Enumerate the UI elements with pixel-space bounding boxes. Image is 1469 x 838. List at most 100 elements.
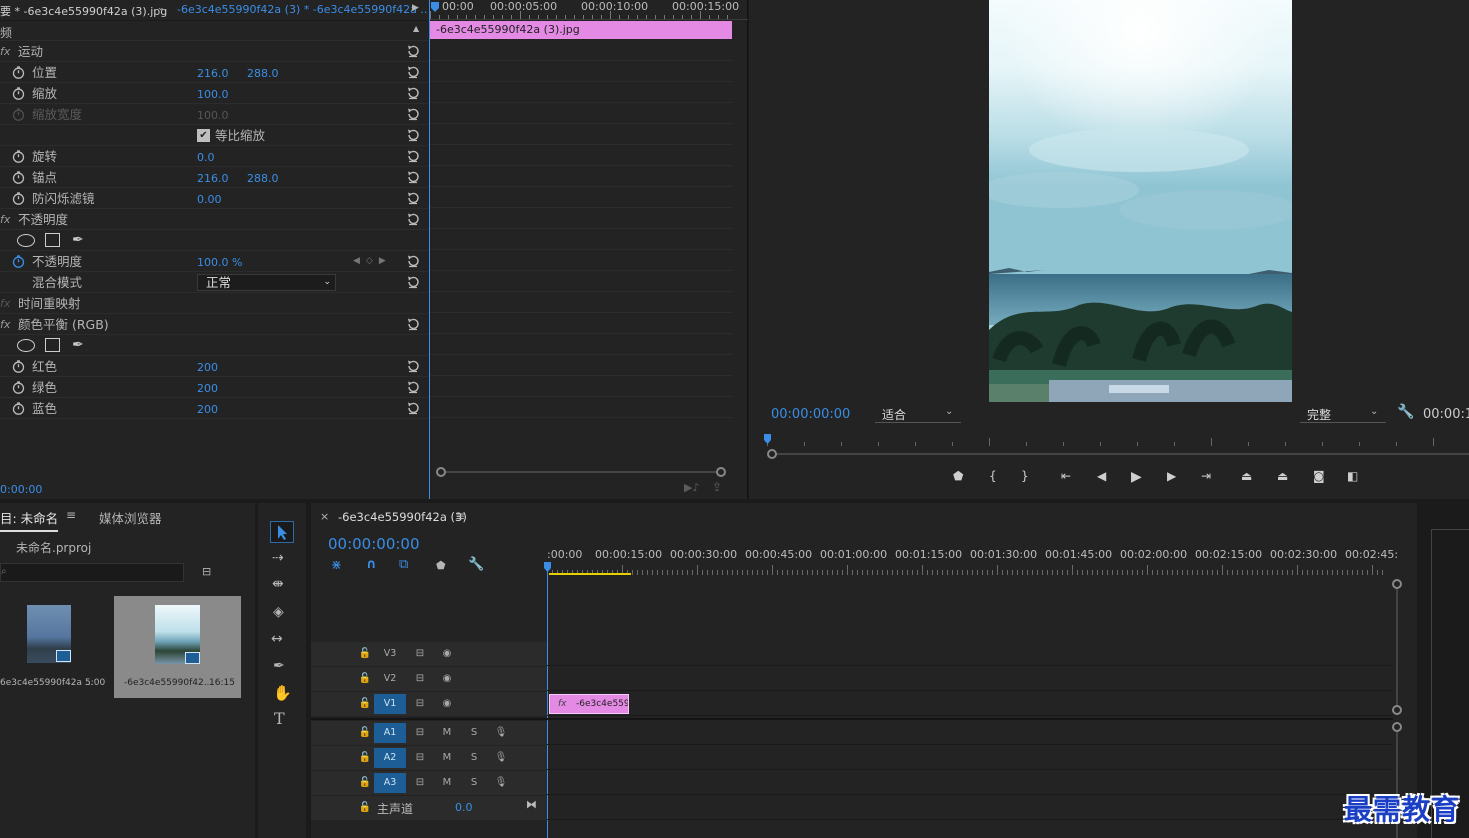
snap-insert-icon[interactable]: ⋇ bbox=[331, 558, 342, 573]
mini-clip-bar[interactable]: -6e3c4e55990f42a (3).jpg bbox=[430, 21, 732, 39]
reset-icon[interactable] bbox=[406, 170, 420, 184]
stopwatch-icon[interactable] bbox=[12, 108, 25, 121]
go-to-end-icon[interactable]: ⧓ bbox=[526, 798, 537, 811]
reset-icon[interactable] bbox=[406, 275, 420, 289]
fit-select[interactable]: 适合 ⌄ bbox=[875, 405, 961, 423]
panel-menu-icon[interactable]: ≡ bbox=[455, 509, 465, 523]
sync-lock-icon[interactable]: ⊟ bbox=[413, 647, 427, 661]
slip-icon[interactable]: ↔ bbox=[271, 631, 283, 647]
add-marker-icon[interactable]: ⬟ bbox=[436, 559, 446, 572]
lock-icon[interactable]: 🔓 bbox=[358, 647, 372, 661]
stopwatch-icon[interactable] bbox=[12, 192, 25, 205]
reset-icon[interactable] bbox=[406, 380, 420, 394]
mute-button[interactable]: M bbox=[440, 751, 454, 765]
sync-lock-icon[interactable]: ⊟ bbox=[413, 751, 427, 765]
close-icon[interactable]: × bbox=[320, 510, 329, 523]
sequence-tab[interactable]: -6e3c4e55990f42a (3) bbox=[338, 510, 467, 524]
quality-select[interactable]: 完整 ⌄ bbox=[1300, 405, 1386, 423]
wrench-icon[interactable]: 🔧 bbox=[468, 557, 484, 572]
vertical-zoom-video[interactable] bbox=[1392, 579, 1402, 719]
master-volume-value[interactable]: 0.0 bbox=[455, 801, 473, 814]
stopwatch-icon[interactable] bbox=[12, 381, 25, 394]
property-value[interactable]: 200 bbox=[197, 357, 218, 378]
snap-magnet-icon[interactable]: ∩ bbox=[366, 557, 377, 572]
work-area-bar[interactable] bbox=[549, 573, 631, 575]
microphone-icon[interactable]: 🎙 bbox=[494, 726, 508, 740]
eye-icon[interactable]: ◉ bbox=[440, 647, 454, 661]
reset-icon[interactable] bbox=[406, 359, 420, 373]
timeline-clip[interactable]: fx -6e3c4e559 bbox=[549, 694, 629, 714]
microphone-icon[interactable]: 🎙 bbox=[494, 776, 508, 790]
play-icon[interactable]: ▶ bbox=[1131, 469, 1142, 485]
linked-selection-icon[interactable]: ⧉ bbox=[399, 557, 408, 572]
track-select-icon[interactable]: ⇢ bbox=[272, 550, 284, 566]
solo-button[interactable]: S bbox=[467, 726, 481, 740]
sync-lock-icon[interactable]: ⊟ bbox=[413, 697, 427, 711]
stopwatch-icon[interactable] bbox=[12, 66, 25, 79]
lift-icon[interactable]: ⏏ bbox=[1241, 469, 1252, 483]
stopwatch-icon[interactable] bbox=[12, 402, 25, 415]
program-zoom-scrollbar[interactable] bbox=[767, 449, 1469, 459]
keyframe-navigator[interactable]: ◀◇▶ bbox=[353, 251, 392, 272]
reset-icon[interactable] bbox=[406, 212, 420, 226]
property-value[interactable]: 100.0 % bbox=[197, 252, 242, 273]
property-value[interactable]: 0.0 bbox=[197, 147, 215, 168]
project-search-input[interactable]: ⌕ bbox=[0, 563, 184, 582]
stopwatch-icon[interactable] bbox=[12, 171, 25, 184]
eye-icon[interactable]: ◉ bbox=[440, 697, 454, 711]
reset-icon[interactable] bbox=[406, 44, 420, 58]
type-tool-icon[interactable]: T bbox=[274, 709, 285, 728]
stopwatch-icon[interactable] bbox=[12, 360, 25, 373]
property-value[interactable]: 200 bbox=[197, 378, 218, 399]
wrench-icon[interactable]: 🔧 bbox=[1397, 404, 1414, 420]
mini-zoom-scrollbar[interactable] bbox=[436, 467, 726, 477]
program-time-ruler[interactable] bbox=[767, 432, 1469, 446]
ellipse-mask-icon[interactable] bbox=[17, 339, 35, 352]
reset-icon[interactable] bbox=[406, 401, 420, 415]
go-to-out-icon[interactable]: ⇥ bbox=[1201, 469, 1211, 483]
project-item-2-selected[interactable]: -6e3c4e55990f42... 16:15 bbox=[114, 596, 241, 698]
audio-play-icon[interactable]: ▶♪ bbox=[684, 481, 699, 494]
step-forward-icon[interactable]: ▶ bbox=[1167, 469, 1176, 483]
ellipse-mask-icon[interactable] bbox=[17, 234, 35, 247]
fx-badge[interactable]: fx bbox=[0, 209, 10, 230]
step-back-icon[interactable]: ◀ bbox=[1097, 469, 1106, 483]
eye-icon[interactable]: ◉ bbox=[440, 672, 454, 686]
property-value[interactable]: 216.0 bbox=[197, 63, 229, 84]
extract-icon[interactable]: ⏏ bbox=[1277, 469, 1288, 483]
program-video-frame[interactable] bbox=[989, 0, 1292, 402]
pen-icon[interactable]: ✒ bbox=[273, 658, 285, 674]
reset-icon[interactable] bbox=[406, 317, 420, 331]
lock-icon[interactable]: 🔓 bbox=[358, 697, 372, 711]
fx-badge[interactable]: fx bbox=[0, 293, 10, 314]
razor-icon[interactable]: ◈ bbox=[273, 604, 284, 620]
reset-icon[interactable] bbox=[406, 86, 420, 100]
uniform-scale-checkbox[interactable]: ✔ bbox=[197, 129, 210, 142]
go-to-in-icon[interactable]: ⇤ bbox=[1061, 469, 1071, 483]
tab-media-browser[interactable]: 媒体浏览器 bbox=[99, 508, 162, 527]
pen-mask-icon[interactable]: ✒ bbox=[72, 335, 84, 356]
fx-badge[interactable]: fx bbox=[0, 41, 10, 62]
pen-mask-icon[interactable]: ✒ bbox=[72, 230, 84, 251]
mark-out-icon[interactable]: } bbox=[1021, 469, 1029, 483]
reset-icon[interactable] bbox=[406, 254, 420, 268]
sync-lock-icon[interactable]: ⊟ bbox=[413, 672, 427, 686]
timeline-timecode[interactable]: 00:00:00:00 bbox=[328, 535, 420, 553]
rectangle-mask-icon[interactable] bbox=[45, 338, 60, 352]
fx-badge[interactable]: fx bbox=[0, 314, 10, 335]
timeline-ruler[interactable]: :00:00 00:00:15:00 00:00:30:00 00:00:45:00 0… bbox=[547, 543, 1398, 579]
property-value[interactable]: 200 bbox=[197, 399, 218, 420]
tab-project[interactable]: 目: 未命名 bbox=[0, 508, 59, 532]
property-value[interactable]: 100.0 bbox=[197, 84, 229, 105]
property-value[interactable]: 100.0 bbox=[197, 105, 229, 126]
track-target-v3[interactable]: V3 bbox=[374, 644, 406, 664]
ec-timecode[interactable]: 0:00:00 bbox=[0, 483, 42, 496]
solo-button[interactable]: S bbox=[467, 776, 481, 790]
clip-selector[interactable]: -6e3c4e55990f42a (3) * -6e3c4e55990f42a … bbox=[177, 3, 428, 16]
reset-icon[interactable] bbox=[406, 107, 420, 121]
lock-icon[interactable]: 🔓 bbox=[358, 801, 372, 815]
scroll-up-icon[interactable]: ▲ bbox=[413, 24, 419, 33]
panel-menu-icon[interactable]: ≡ bbox=[66, 508, 76, 522]
stopwatch-icon[interactable] bbox=[12, 255, 25, 268]
property-value[interactable]: 288.0 bbox=[247, 63, 279, 84]
